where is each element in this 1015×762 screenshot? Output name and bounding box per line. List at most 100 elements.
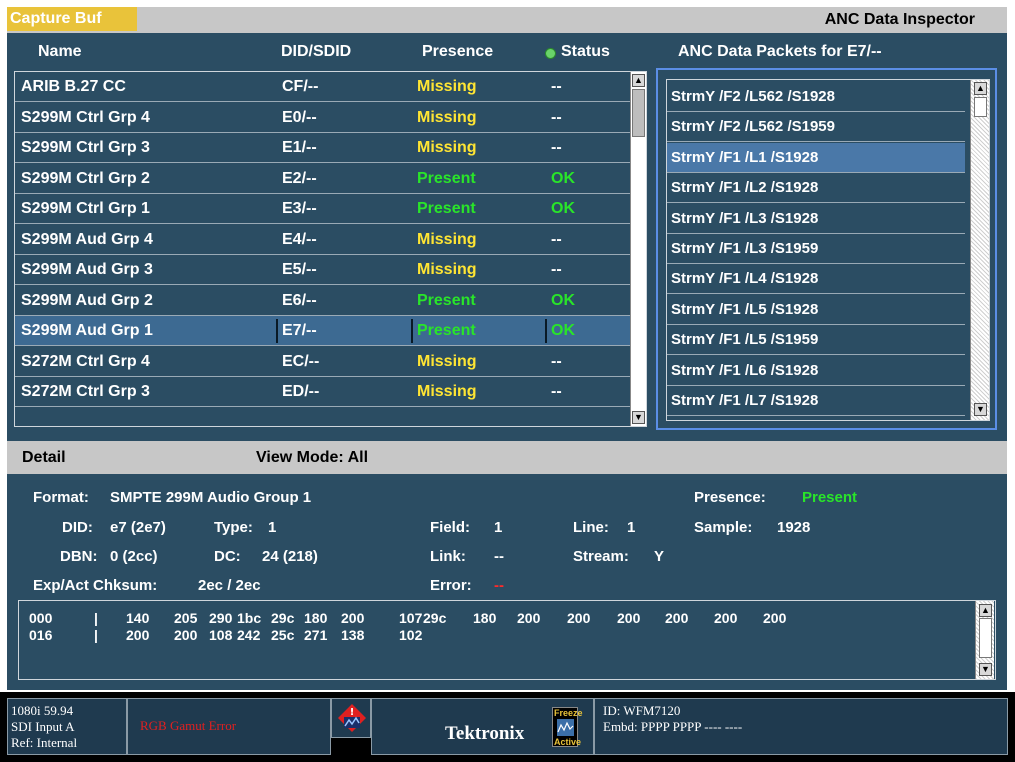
packet-item[interactable]: StrmY /F1 /L7 /S1928 [667,386,965,416]
table-row[interactable]: S272M Ctrl Grp 4 EC/-- Missing -- [15,347,630,377]
freeze-indicator[interactable]: Freeze Active [552,707,583,747]
scroll-thumb[interactable] [632,89,645,137]
table-row[interactable]: S299M Ctrl Grp 1 E3/-- Present OK [15,194,630,224]
input-source: SDI Input A [11,719,75,734]
row-did: ED/-- [282,383,320,400]
table-row[interactable]: S299M Aud Grp 1 E7/-- Present OK [15,316,630,346]
hex-scroll-thumb[interactable] [979,618,992,658]
table-row[interactable]: S299M Aud Grp 2 E6/-- Present OK [15,286,630,316]
warning-icon: ! [338,704,366,732]
col-header-presence[interactable]: Presence [422,40,493,64]
cell-separator [276,319,278,343]
col-header-did[interactable]: DID/SDID [281,40,351,64]
format-value: SMPTE 299M Audio Group 1 [110,489,312,506]
packet-item[interactable]: StrmY /F1 /L5 /S1928 [667,295,965,325]
packet-item[interactable]: StrmY /F2 /L562 /S1959 [667,112,965,143]
row-presence: Missing [417,108,477,126]
type-label: Type: [214,519,253,536]
scroll-down-icon[interactable]: ▼ [632,411,645,424]
anc-packet-list[interactable]: StrmY /F2 /L562 /S1928 StrmY /F2 /L562 /S… [666,79,990,421]
hex-scroll-down-icon[interactable]: ▼ [979,663,992,676]
row-presence: Missing [417,261,477,278]
packet-item[interactable]: StrmY /F1 /L5 /S1959 [667,325,965,356]
row-status: -- [551,383,562,400]
row-status: -- [551,261,562,278]
row-did: E7/-- [282,322,317,339]
detail-label: Detail [22,449,66,466]
row-did: E5/-- [282,261,317,278]
row-presence: Present [417,291,476,309]
anc-type-list[interactable]: ARIB B.27 CC CF/-- Missing -- S299M Ctrl Grp… [14,71,647,427]
row-did: E0/-- [282,108,317,126]
table-row[interactable]: S272M Ctrl Grp 3 ED/-- Missing -- [15,377,630,407]
row-name: S272M Ctrl Grp 4 [21,352,150,370]
view-mode[interactable]: View Mode: All [256,441,368,474]
dc-label: DC: [214,548,241,565]
hex-scrollbar[interactable]: ▲ ▼ [975,601,994,679]
capture-buffer-label: Capture Buf [7,7,137,31]
hex-scroll-up-icon[interactable]: ▲ [979,604,992,617]
row-status: OK [551,169,575,187]
hex-dump-box[interactable]: 000 | 140 205 290 1bc 29c 180 200 107 29c 180 200 200… [18,600,996,680]
row-status: -- [551,108,562,126]
row-name: S299M Aud Grp 4 [21,230,153,248]
packet-item[interactable]: StrmY /F1 /L3 /S1928 [667,204,965,234]
stream-value: Y [654,548,665,565]
row-did: CF/-- [282,78,319,95]
hex-value: 1bc [237,610,262,626]
dbn-value: 0 (2cc) [110,548,158,565]
hex-value: 200 [763,610,787,626]
row-presence: Missing [417,139,477,156]
hex-value: 200 [714,610,738,626]
packet-item[interactable]: StrmY /F1 /L6 /S1928 [667,356,965,386]
dc-value: 24 (218) [262,548,318,565]
hex-value: 242 [237,627,261,643]
packet-item[interactable]: StrmY /F1 /L2 /S1928 [667,173,965,204]
chksum-label: Exp/Act Chksum: [33,577,158,594]
row-did: E3/-- [282,200,317,217]
field-value: 1 [494,519,503,536]
cell-separator [545,319,547,343]
table-row[interactable]: S299M Ctrl Grp 2 E2/-- Present OK [15,164,630,194]
presence-value: Present [802,489,858,506]
active-label: Active [554,737,582,747]
table-row[interactable]: ARIB B.27 CC CF/-- Missing -- [15,72,630,102]
table-row[interactable]: S299M Ctrl Grp 3 E1/-- Missing -- [15,133,630,163]
row-status: -- [551,78,562,95]
waveform-icon [557,719,574,736]
packet-item[interactable]: StrmY /F2 /L562 /S1928 [667,82,965,112]
instrument-id: ID: WFM7120 [603,703,681,718]
row-name: ARIB B.27 CC [21,78,126,95]
field-label: Field: [430,519,470,536]
tektronix-logo: Tektronix [445,723,525,744]
row-status: -- [551,352,562,370]
packet-item[interactable]: StrmY /F1 /L3 /S1959 [667,234,965,264]
col-header-status[interactable]: Status [561,40,610,64]
col-header-name[interactable]: Name [38,40,82,64]
packet-scroll-thumb[interactable] [974,97,987,117]
hex-value: 25c [271,627,295,643]
row-did: E1/-- [282,139,317,156]
svg-text:!: ! [350,707,355,718]
packet-scroll-up-icon[interactable]: ▲ [974,82,987,95]
table-row[interactable]: S299M Ctrl Grp 4 E0/-- Missing -- [15,103,630,133]
hex-value: 29c [423,610,447,626]
hex-value: 29c [271,610,295,626]
hex-value: 180 [473,610,497,626]
packet-item[interactable]: StrmY /F1 /L1 /S1928 [667,142,965,173]
format-label: Format: [33,489,89,506]
packet-item[interactable]: StrmY /F1 /L4 /S1928 [667,264,965,295]
packet-scrollbar[interactable]: ▲ ▼ [970,80,989,420]
alarm-icon-box[interactable]: ! [331,698,371,738]
list-scrollbar[interactable]: ▲ ▼ [630,72,646,426]
packet-scroll-down-icon[interactable]: ▼ [974,403,987,416]
alarm-panel: RGB Gamut Error [127,698,331,755]
row-presence: Missing [417,352,477,370]
embedded-audio: Embd: PPPP PPPP ---- ---- [603,719,743,734]
hex-value: 200 [174,627,198,643]
scroll-up-icon[interactable]: ▲ [632,74,645,87]
hex-value: 138 [341,627,365,643]
did-label: DID: [62,519,93,536]
table-row[interactable]: S299M Aud Grp 3 E5/-- Missing -- [15,255,630,285]
table-row[interactable]: S299M Aud Grp 4 E4/-- Missing -- [15,225,630,255]
